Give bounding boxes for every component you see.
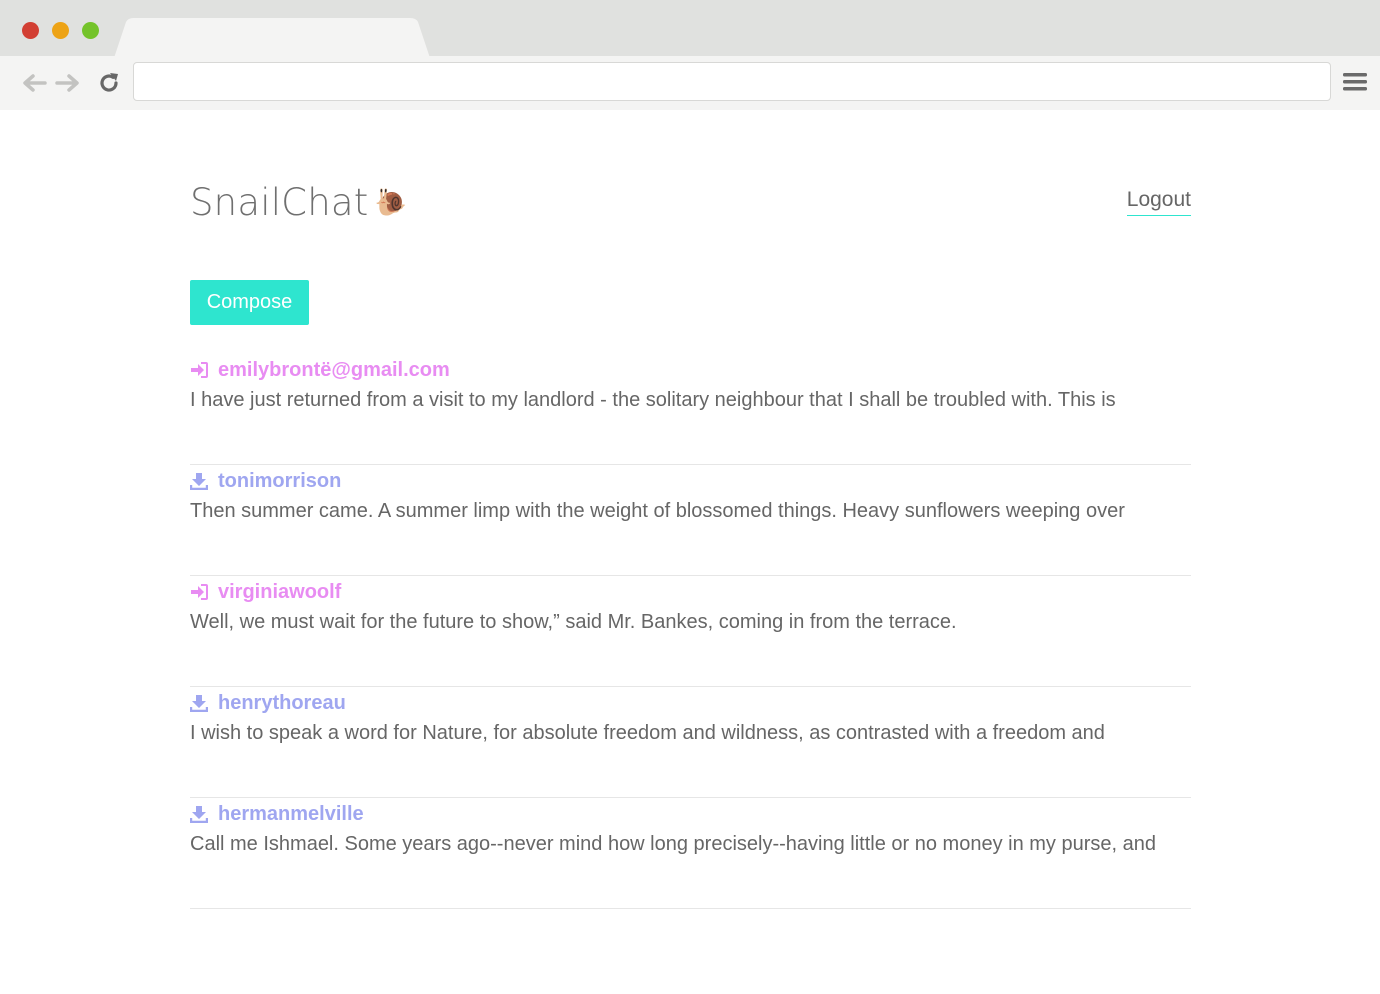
message-row[interactable]: virginiawoolf Well, we must wait for the … xyxy=(190,576,1191,687)
browser-tab[interactable] xyxy=(114,18,430,58)
message-preview: Well, we must wait for the future to sho… xyxy=(190,611,957,633)
message-header: emilybrontë@gmail.com xyxy=(190,358,450,382)
snail-icon: 🐌 xyxy=(374,188,408,218)
message-sender[interactable]: virginiawoolf xyxy=(218,580,341,604)
app-title-text: SnailChat xyxy=(190,181,369,224)
message-preview: I wish to speak a word for Nature, for a… xyxy=(190,722,1105,744)
address-bar[interactable] xyxy=(133,62,1331,101)
message-header: henrythoreau xyxy=(190,691,346,715)
message-preview: I have just returned from a visit to my … xyxy=(190,389,1116,411)
message-header: tonimorrison xyxy=(190,469,341,493)
message-sender[interactable]: hermanmelville xyxy=(218,802,364,826)
download-icon xyxy=(190,694,208,712)
reload-icon[interactable] xyxy=(95,69,123,97)
message-preview: Then summer came. A summer limp with the… xyxy=(190,500,1125,522)
browser-toolbar xyxy=(0,56,1380,110)
minimize-window-button[interactable] xyxy=(52,22,69,39)
sign-in-icon xyxy=(190,361,208,379)
hamburger-menu-icon[interactable] xyxy=(1341,70,1369,94)
message-preview: Call me Ishmael. Some years ago--never m… xyxy=(190,833,1156,855)
maximize-window-button[interactable] xyxy=(82,22,99,39)
download-icon xyxy=(190,805,208,823)
forward-arrow-icon[interactable] xyxy=(54,69,82,97)
logout-link[interactable]: Logout xyxy=(1126,188,1191,216)
app-header: SnailChat 🐌 Logout xyxy=(190,180,1191,230)
compose-button[interactable]: Compose xyxy=(190,280,309,325)
message-row[interactable]: henrythoreau I wish to speak a word for N… xyxy=(190,687,1191,798)
tab-strip xyxy=(0,0,1380,58)
browser-chrome xyxy=(0,0,1380,110)
download-icon xyxy=(190,472,208,490)
back-arrow-icon[interactable] xyxy=(20,69,48,97)
message-header: hermanmelville xyxy=(190,802,364,826)
message-row[interactable]: tonimorrison Then summer came. A summer l… xyxy=(190,465,1191,576)
close-window-button[interactable] xyxy=(22,22,39,39)
message-list: emilybrontë@gmail.com I have just returne… xyxy=(190,354,1191,909)
sign-in-icon xyxy=(190,583,208,601)
message-sender[interactable]: emilybrontë@gmail.com xyxy=(218,358,450,382)
app-title: SnailChat 🐌 xyxy=(190,180,407,226)
message-sender[interactable]: tonimorrison xyxy=(218,469,341,493)
message-row[interactable]: hermanmelville Call me Ishmael. Some year… xyxy=(190,798,1191,909)
message-sender[interactable]: henrythoreau xyxy=(218,691,346,715)
window-controls xyxy=(22,22,99,39)
message-header: virginiawoolf xyxy=(190,580,341,604)
message-row[interactable]: emilybrontë@gmail.com I have just returne… xyxy=(190,354,1191,465)
